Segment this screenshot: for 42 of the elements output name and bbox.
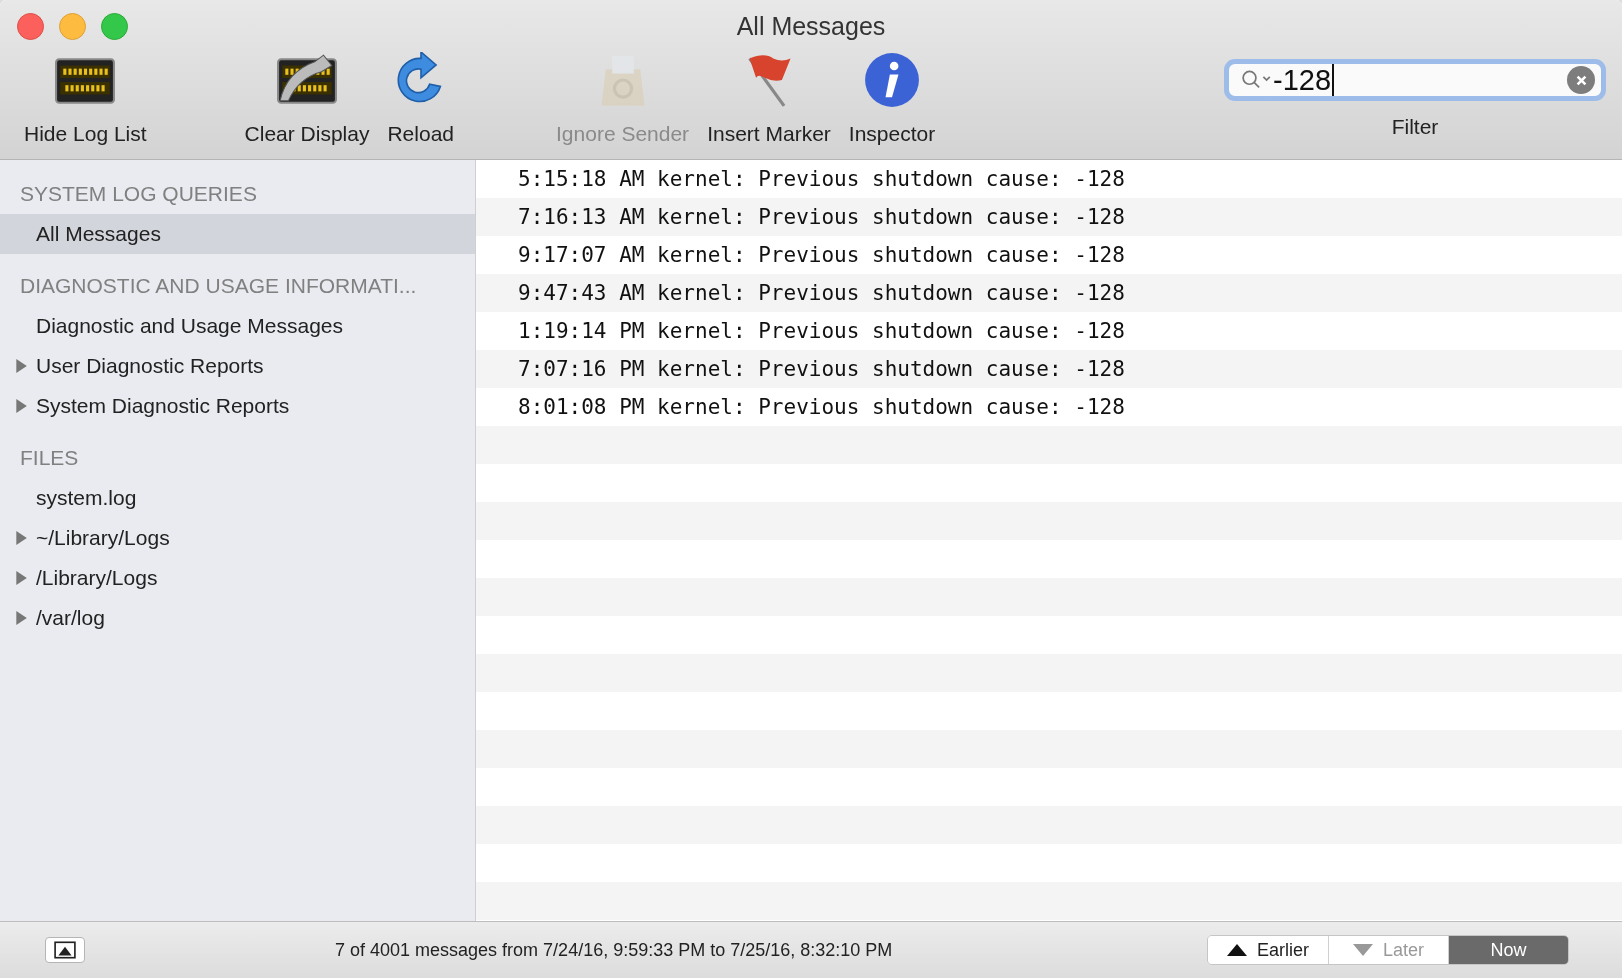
log-message: 7:07:16 PM kernel: Previous shutdown cause: -128 <box>518 357 1125 381</box>
window-title: All Messages <box>736 11 886 41</box>
toolbar-button[interactable]: Insert Marker <box>703 52 835 146</box>
clear-icon[interactable] <box>1567 66 1595 94</box>
up-triangle-icon <box>1227 944 1247 956</box>
filter-label: Filter <box>1391 115 1439 139</box>
disclosure-icon[interactable] <box>15 359 27 373</box>
search-icon <box>1241 69 1273 91</box>
disclosure-icon[interactable] <box>15 531 27 545</box>
section-heading: DIAGNOSTIC AND USAGE INFORMATI... <box>19 273 418 299</box>
sidebar-item[interactable]: ~/Library/Logs <box>0 518 475 558</box>
log-message: 8:01:08 PM kernel: Previous shutdown cause: -128 <box>518 395 1125 419</box>
nav-button[interactable]: Earlier <box>1208 936 1328 964</box>
sidebar-item[interactable]: All Messages <box>0 214 475 254</box>
log-message: 5:15:18 AM kernel: Previous shutdown cause: -128 <box>518 167 1125 191</box>
down-triangle-icon <box>1353 944 1373 956</box>
log-message: 9:47:43 AM kernel: Previous shutdown cause: -128 <box>518 281 1125 305</box>
window-icon <box>54 941 76 959</box>
disclosure-icon[interactable] <box>15 611 27 625</box>
toolbar-button[interactable]: Inspector <box>844 52 940 146</box>
log-message: 1:19:14 PM kernel: Previous shutdown cause: -128 <box>518 319 1125 343</box>
section-heading: FILES <box>19 445 80 471</box>
zoom-button[interactable] <box>101 12 128 40</box>
toolbar-button[interactable]: Hide Log List <box>20 52 151 146</box>
log-message: 7:16:13 AM kernel: Previous shutdown cause: -128 <box>518 205 1125 229</box>
sidebar-item[interactable]: User Diagnostic Reports <box>0 346 475 386</box>
sidebar-item[interactable]: System Diagnostic Reports <box>0 386 475 426</box>
section-heading: SYSTEM LOG QUERIES <box>19 181 258 207</box>
sidebar-toggle-button[interactable] <box>45 937 85 963</box>
sidebar-item[interactable]: /var/log <box>0 598 475 638</box>
toolbar-button[interactable]: Clear Display <box>240 52 374 146</box>
toolbar-button[interactable]: Reload <box>383 52 458 146</box>
status-text: 7 of 4001 messages from 7/24/16, 9:59:33 PM to 7/25/16, 8:32:10 PM <box>335 939 893 961</box>
close-button[interactable] <box>17 12 44 40</box>
disclosure-icon[interactable] <box>15 571 27 585</box>
log-message: 9:17:07 AM kernel: Previous shutdown cause: -128 <box>518 243 1125 267</box>
search-field[interactable]: -128 <box>1224 59 1606 101</box>
nav-button[interactable]: Now <box>1448 936 1568 964</box>
sidebar-item[interactable]: /Library/Logs <box>0 558 475 598</box>
disclosure-icon[interactable] <box>15 399 27 413</box>
sidebar-item[interactable]: system.log <box>0 478 475 518</box>
sidebar-item[interactable]: Diagnostic and Usage Messages <box>0 306 475 346</box>
